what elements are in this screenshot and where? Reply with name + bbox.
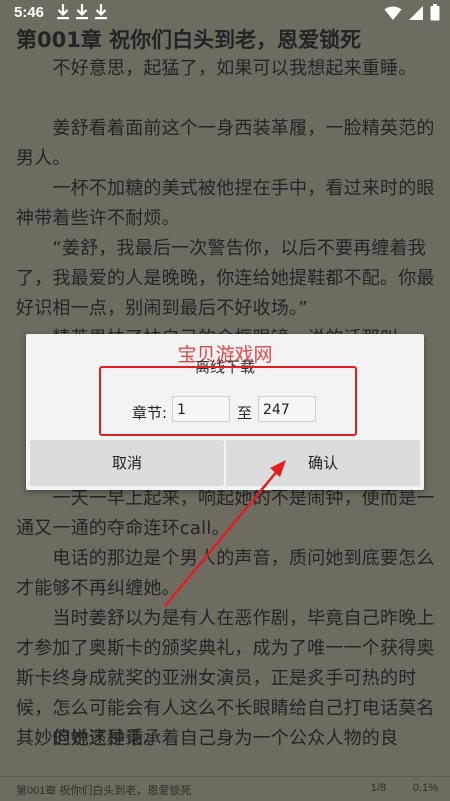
download-icon bbox=[57, 4, 69, 20]
signal-icon bbox=[409, 5, 423, 20]
wifi-icon bbox=[384, 6, 402, 20]
paragraph: 电话的那边是个男人的声音，质问她到底要怎么才能够不再纠缠她。 bbox=[16, 548, 435, 599]
download-icon bbox=[76, 4, 88, 20]
annotation-highlight-box bbox=[99, 366, 357, 436]
reader-footer: 第001章 祝你们白头到老，恩爱锁死 1/8 0.1% bbox=[0, 776, 450, 801]
paragraph: “姜舒，我最后一次警告你，以后不要再缠着我了，我最爱的人是晚晚，你连给她提鞋都不… bbox=[16, 238, 435, 319]
paragraph: 一杯不加糖的美式被他捏在手中，看过来时的眼神带着些许不耐烦。 bbox=[16, 178, 435, 229]
status-time: 5:46 bbox=[14, 4, 45, 21]
download-icon bbox=[95, 4, 107, 20]
status-bar: 5:46 bbox=[0, 0, 450, 26]
progress-percent: 0.1% bbox=[412, 782, 438, 794]
confirm-button[interactable]: 确认 bbox=[226, 440, 420, 486]
chapter-title: 第001章 祝你们白头到老，恩爱锁死 bbox=[16, 28, 362, 52]
footer-chapter-title: 第001章 祝你们白头到老，恩爱锁死 bbox=[16, 785, 192, 797]
paragraph: 不好意思，起猛了，如果可以我想起来重睡。 bbox=[16, 58, 417, 79]
paragraph: 但她还是秉承着自己身为一个公众人物的良 bbox=[16, 728, 399, 749]
battery-icon bbox=[430, 4, 440, 21]
page-indicator: 1/8 bbox=[370, 782, 386, 794]
paragraph: 一天一早上起来，响起她的不是闹钟，便而是一通又一通的夺命连环call。 bbox=[16, 488, 435, 539]
paragraph: 姜舒看着面前这个一身西装革履，一脸精英范的男人。 bbox=[16, 118, 435, 169]
cancel-button[interactable]: 取消 bbox=[30, 440, 224, 486]
